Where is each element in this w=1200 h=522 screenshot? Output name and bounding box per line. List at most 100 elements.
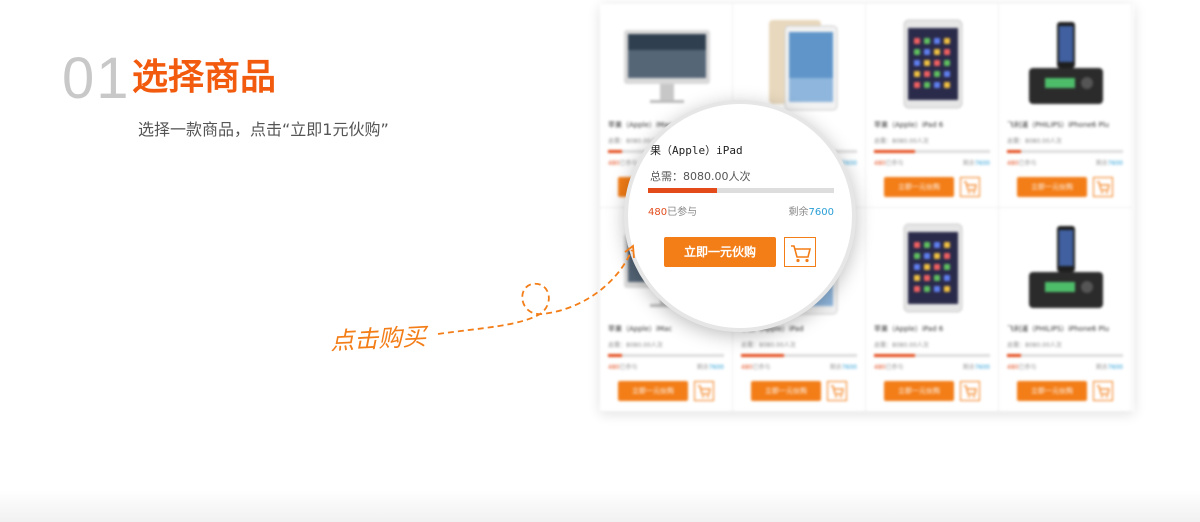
add-to-cart-button[interactable] <box>960 381 980 401</box>
product-image[interactable] <box>1021 220 1111 316</box>
product-image[interactable] <box>755 16 845 112</box>
product-total: 总需：8080.00人次 <box>1007 138 1062 145</box>
product-card[interactable]: 飞利浦（PHILIPS）iPhone6 Plu 总需：8080.00人次 480已参… <box>999 208 1132 412</box>
buy-now-button[interactable]: 立即一元伙购 <box>1017 381 1087 401</box>
remain-count: 剩余7600 <box>789 203 834 218</box>
arrow-curve <box>437 244 635 335</box>
product-name[interactable]: 飞利浦（PHILIPS）iPhone6 Plu <box>1007 324 1125 334</box>
add-to-cart-button[interactable] <box>1093 381 1113 401</box>
progress-fill <box>648 188 717 193</box>
cart-icon <box>1097 181 1110 194</box>
product-name[interactable]: 苹果（Apple）iPad 6 <box>874 120 992 130</box>
product-image[interactable] <box>888 220 978 316</box>
joined-label: 已参与 <box>1018 160 1037 167</box>
joined-number: 480 <box>874 160 886 167</box>
progress-fill <box>608 354 622 357</box>
progress-fill <box>741 354 784 357</box>
product-name: 果（Apple）iPad <box>650 144 743 157</box>
joined-label: 已参与 <box>667 207 698 218</box>
buy-now-button[interactable]: 立即一元伙购 <box>884 381 954 401</box>
product-total: 总需：8080.00人次 <box>874 138 929 145</box>
step-description: 选择一款商品，点击“立即1元伙购” <box>138 120 389 139</box>
magnifier-callout: 果（Apple）iPad 总需：8080.00人次 480已参与 剩余7600 … <box>624 100 856 332</box>
buy-now-button[interactable]: 立即一元伙购 <box>884 177 954 197</box>
joined-label: 已参与 <box>885 160 904 167</box>
joined-label: 已参与 <box>619 364 638 371</box>
joined-number: 480 <box>1007 364 1019 371</box>
remain-number: 7600 <box>1107 364 1123 371</box>
product-image[interactable] <box>1021 16 1111 112</box>
cart-icon <box>831 385 844 398</box>
progress-bar <box>648 188 834 193</box>
product-total: 总需：8080.00人次 <box>874 342 929 349</box>
buy-now-button[interactable]: 立即一元伙购 <box>751 381 821 401</box>
product-total: 总需：8080.00人次 <box>1007 342 1062 349</box>
joined-count: 480已参与 <box>648 203 697 218</box>
step-title: 选择商品 <box>132 57 277 98</box>
cart-icon <box>791 245 812 263</box>
product-card[interactable]: 苹果（Apple）iPad 6 总需：8080.00人次 480已参与 剩余7600 立… <box>866 208 999 412</box>
progress-fill <box>874 150 915 153</box>
remain-label: 剩余 <box>1095 160 1108 167</box>
remain-number: 7600 <box>841 364 857 371</box>
remain-label: 剩余 <box>1095 364 1108 371</box>
product-total: 总需：8080.00人次 <box>650 170 751 183</box>
product-card[interactable]: 飞利浦（PHILIPS）iPhone6 Plu 总需：8080.00人次 480已参… <box>999 4 1132 208</box>
joined-count: 480已参与 <box>1007 362 1036 371</box>
joined-number: 480 <box>648 207 668 218</box>
progress-bar <box>608 354 724 357</box>
step-number: 01 <box>62 46 131 111</box>
cart-icon <box>698 385 711 398</box>
remain-label: 剩余 <box>962 364 975 371</box>
remain-count: 剩余7600 <box>1096 158 1123 167</box>
progress-bar <box>874 150 990 153</box>
progress-fill <box>1007 354 1021 357</box>
add-to-cart-button[interactable] <box>960 177 980 197</box>
remain-count: 剩余7600 <box>830 362 857 371</box>
add-to-cart-button[interactable] <box>784 237 816 267</box>
product-image[interactable] <box>888 16 978 112</box>
add-to-cart-button[interactable] <box>694 381 714 401</box>
progress-bar <box>1007 354 1123 357</box>
bottom-band <box>0 490 1200 522</box>
product-image[interactable] <box>622 16 712 112</box>
joined-count: 480已参与 <box>874 362 903 371</box>
joined-label: 已参与 <box>752 364 771 371</box>
progress-fill <box>874 354 915 357</box>
progress-bar <box>741 354 857 357</box>
add-to-cart-button[interactable] <box>1093 177 1113 197</box>
cart-icon <box>964 181 977 194</box>
progress-fill <box>608 150 622 153</box>
product-name[interactable]: 苹果（Apple）iPad 6 <box>874 324 992 334</box>
progress-bar <box>1007 150 1123 153</box>
progress-bar <box>874 354 990 357</box>
remain-label: 剩余 <box>788 207 809 218</box>
joined-count: 480已参与 <box>608 158 637 167</box>
product-card[interactable]: 苹果（Apple）iPad 6 总需：8080.00人次 480已参与 剩余7600 立… <box>866 4 999 208</box>
joined-number: 480 <box>608 364 620 371</box>
buy-now-button[interactable]: 立即一元伙购 <box>1017 177 1087 197</box>
remain-number: 7600 <box>974 364 990 371</box>
joined-count: 480已参与 <box>741 362 770 371</box>
joined-count: 480已参与 <box>1007 158 1036 167</box>
remain-count: 剩余7600 <box>1096 362 1123 371</box>
remain-number: 7600 <box>974 160 990 167</box>
joined-label: 已参与 <box>1018 364 1037 371</box>
add-to-cart-button[interactable] <box>827 381 847 401</box>
product-name[interactable]: 飞利浦（PHILIPS）iPhone6 Plu <box>1007 120 1125 130</box>
joined-label: 已参与 <box>885 364 904 371</box>
joined-count: 480已参与 <box>874 158 903 167</box>
product-total: 总需：8080.00人次 <box>741 342 796 349</box>
progress-fill <box>1007 150 1021 153</box>
remain-count: 剩余7600 <box>963 362 990 371</box>
remain-number: 7600 <box>708 364 724 371</box>
remain-number: 7600 <box>1107 160 1123 167</box>
joined-number: 480 <box>874 364 886 371</box>
buy-now-button[interactable]: 立即一元伙购 <box>664 237 776 267</box>
buy-now-button[interactable]: 立即一元伙购 <box>618 381 688 401</box>
remain-count: 剩余7600 <box>697 362 724 371</box>
joined-count: 480已参与 <box>608 362 637 371</box>
joined-number: 480 <box>1007 160 1019 167</box>
joined-number: 480 <box>741 364 753 371</box>
cart-icon <box>964 385 977 398</box>
